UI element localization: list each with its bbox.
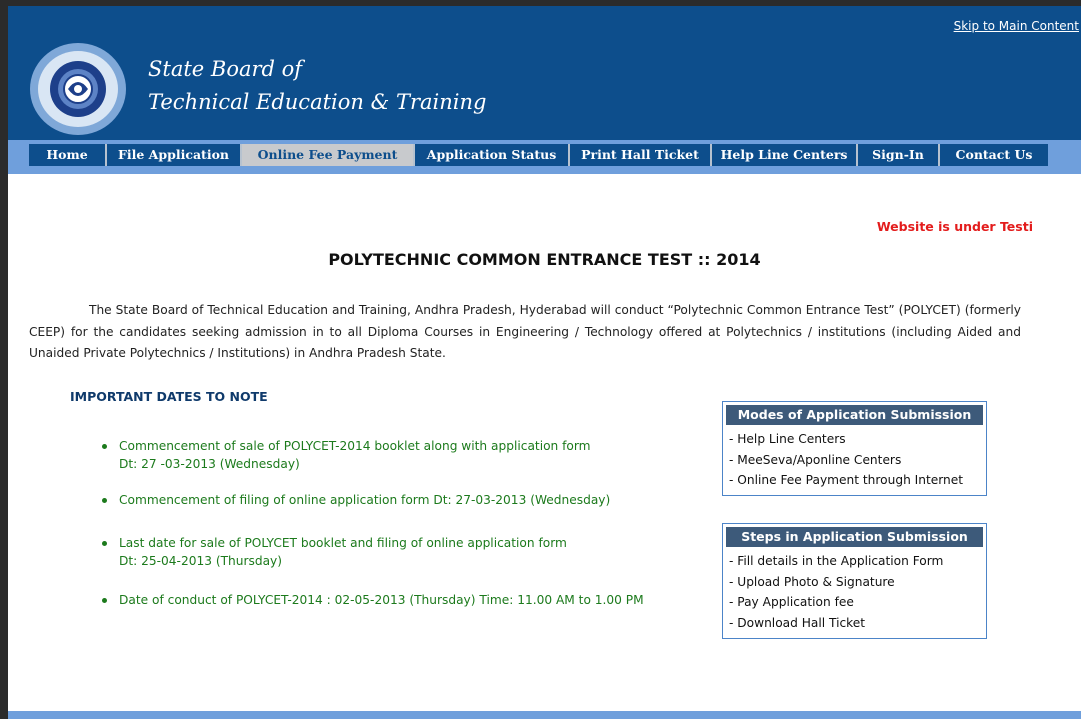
date-item-text: Commencement of filing of online applica… [119,493,611,507]
skip-to-content-link[interactable]: Skip to Main Content [954,19,1079,33]
nav-application-status[interactable]: Application Status [415,144,568,166]
site-title-line1: State Board of [148,57,303,81]
sbtet-emblem-icon [30,43,126,135]
page-frame: Skip to Main Content State Board of Tech… [8,6,1081,719]
list-item: - Fill details in the Application Form [729,554,944,568]
list-item: - Help Line Centers [729,432,846,446]
page-title: POLYTECHNIC COMMON ENTRANCE TEST :: 2014 [328,250,761,269]
nav-help-line-centers[interactable]: Help Line Centers [712,144,856,166]
site-header: Skip to Main Content State Board of Tech… [8,6,1081,140]
bullet-icon [102,444,107,449]
main-navigation: Home File Application Online Fee Payment… [8,140,1081,174]
nav-contact-us[interactable]: Contact Us [940,144,1048,166]
date-item-date: Dt: 25-04-2013 (Thursday) [119,554,283,568]
intro-paragraph: The State Board of Technical Education a… [29,303,1021,360]
nav-home[interactable]: Home [29,144,105,166]
date-item-date: Dt: 27 -03-2013 (Wednesday) [119,457,300,471]
bullet-icon [102,598,107,603]
modes-of-submission-box: Modes of Application Submission - Help L… [722,401,987,496]
list-item: - Online Fee Payment through Internet [729,473,964,487]
modes-list: - Help Line Centers - MeeSeva/Aponline C… [723,429,986,491]
bullet-icon [102,541,107,546]
nav-file-application[interactable]: File Application [107,144,240,166]
date-item-text: Date of conduct of POLYCET-2014 : 02-05-… [119,593,644,607]
bullet-icon [102,498,107,503]
date-item-text: Commencement of sale of POLYCET-2014 boo… [119,439,591,453]
list-item: - Download Hall Ticket [729,615,866,630]
site-title-line2: Technical Education & Training [148,90,487,114]
list-item: - MeeSeva/Aponline Centers [729,452,902,467]
steps-box-title: Steps in Application Submission [726,527,983,547]
modes-box-title: Modes of Application Submission [726,405,983,425]
testing-notice: Website is under Testi [876,219,1033,234]
steps-list: - Fill details in the Application Form -… [723,551,986,633]
list-item: - Upload Photo & Signature [729,574,895,589]
nav-online-fee-payment[interactable]: Online Fee Payment [242,144,413,166]
date-item-text: Last date for sale of POLYCET booklet an… [119,536,567,550]
main-content: Website is under Testi POLYTECHNIC COMMO… [8,174,1081,714]
list-item: - Pay Application fee [729,595,854,609]
footer-bar [8,711,1081,719]
steps-of-submission-box: Steps in Application Submission - Fill d… [722,523,987,639]
nav-sign-in[interactable]: Sign-In [858,144,938,166]
important-dates-heading: IMPORTANT DATES TO NOTE [70,389,268,404]
nav-print-hall-ticket[interactable]: Print Hall Ticket [570,144,710,166]
